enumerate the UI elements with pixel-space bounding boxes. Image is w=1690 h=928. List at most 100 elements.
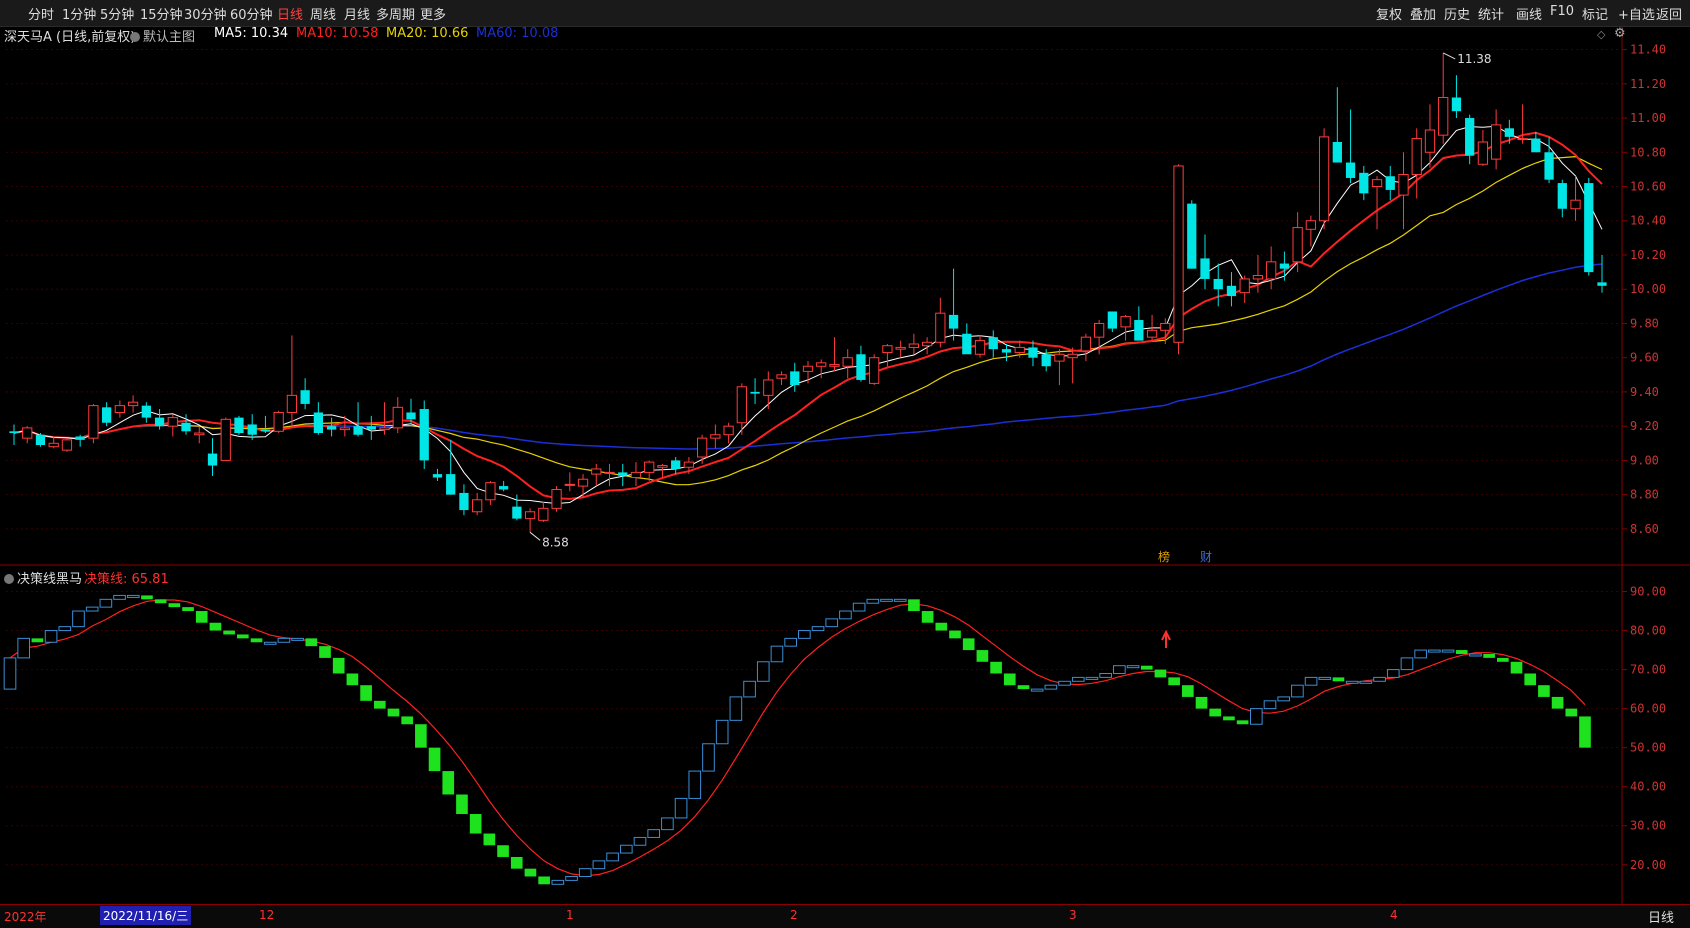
candle bbox=[842, 357, 853, 367]
indicator-bar bbox=[1441, 649, 1455, 653]
candle bbox=[935, 312, 946, 343]
indicator-panel[interactable]: 90.00 80.00 70.00 60.00 50.00 40.00 30.00 20.00… bbox=[0, 566, 1690, 904]
toolbar-button[interactable]: 返回 bbox=[1656, 4, 1682, 23]
month-label: 3 bbox=[1069, 908, 1077, 922]
kline-chart[interactable]: 11.40 11.20 11.00 10.80 10.60 10.40 10.20 10.00… bbox=[0, 26, 1690, 566]
y-tick-label: 70.00 bbox=[1630, 663, 1666, 677]
candle bbox=[1424, 129, 1436, 153]
candle bbox=[1107, 311, 1117, 329]
candle bbox=[921, 341, 933, 347]
indicator-bar bbox=[1345, 680, 1359, 684]
candle bbox=[1279, 263, 1290, 269]
template-label: 默认主图 bbox=[143, 30, 196, 45]
toolbar-button[interactable]: 叠加 bbox=[1410, 4, 1436, 23]
indicator-bar bbox=[565, 875, 578, 881]
low-marker bbox=[529, 531, 541, 541]
indicator-bar bbox=[360, 685, 372, 701]
y-tick-label: 9.60 bbox=[1630, 351, 1659, 365]
period-tab[interactable]: 30分钟 bbox=[184, 4, 227, 23]
indicator-name: 决策线黑马 bbox=[17, 572, 83, 587]
indicator-bar bbox=[1277, 696, 1291, 702]
diamond-icon[interactable]: ◇ bbox=[1597, 28, 1605, 41]
indicator-bar bbox=[182, 607, 194, 612]
indicator-bar bbox=[442, 771, 455, 795]
candle bbox=[499, 486, 509, 490]
indicator-bar bbox=[839, 610, 852, 620]
settings-icon[interactable]: ⚙ bbox=[1614, 26, 1626, 41]
candle bbox=[1239, 278, 1250, 294]
y-tick-label: 20.00 bbox=[1630, 858, 1666, 872]
candle bbox=[1028, 347, 1038, 358]
y-tick-label: 10.80 bbox=[1630, 145, 1666, 159]
candle bbox=[1054, 353, 1065, 362]
candle bbox=[1385, 176, 1395, 190]
indicator-bar bbox=[1154, 669, 1167, 678]
candle bbox=[1557, 183, 1567, 209]
candle bbox=[1465, 118, 1475, 156]
indicator-bar bbox=[1414, 649, 1427, 659]
indicator-selector[interactable]: 决策线黑马 bbox=[4, 568, 82, 587]
y-tick-label: 50.00 bbox=[1630, 741, 1666, 755]
indicator-bar bbox=[798, 630, 811, 639]
indicator-bar bbox=[688, 770, 702, 799]
toolbar-button[interactable]: +自选 bbox=[1618, 4, 1655, 23]
buy-signal-arrow-icon bbox=[1161, 629, 1171, 648]
indicator-bar bbox=[578, 868, 592, 877]
candle bbox=[432, 474, 443, 478]
candle bbox=[1094, 322, 1105, 338]
indicator-bar bbox=[1182, 685, 1194, 697]
toolbar-button[interactable]: 标记 bbox=[1582, 4, 1608, 23]
period-tab[interactable]: 月线 bbox=[344, 4, 370, 23]
toolbar-button[interactable]: 统计 bbox=[1478, 4, 1504, 23]
toolbar-button[interactable]: F10 bbox=[1550, 4, 1574, 19]
indicator-bar bbox=[113, 594, 126, 600]
candle bbox=[816, 362, 827, 367]
y-tick-label: 9.40 bbox=[1630, 385, 1659, 399]
period-tab[interactable]: 更多 bbox=[420, 4, 446, 23]
candle bbox=[326, 426, 337, 430]
candle bbox=[1292, 227, 1303, 263]
ma20-value: MA20: 10.66 bbox=[386, 26, 469, 41]
period-tab[interactable]: 5分钟 bbox=[100, 4, 134, 23]
candle bbox=[882, 345, 893, 354]
ma60-value: MA60: 10.08 bbox=[476, 26, 559, 41]
high-label: 11.38 bbox=[1457, 52, 1491, 66]
indicator-bar bbox=[908, 599, 920, 612]
candle bbox=[366, 426, 376, 430]
candle bbox=[736, 386, 747, 424]
cursor-date: 2022/11/16/三 bbox=[100, 906, 192, 925]
period-tab[interactable]: 日线 bbox=[277, 4, 303, 23]
indicator-bar bbox=[428, 747, 441, 772]
candle bbox=[1491, 124, 1502, 160]
candle bbox=[1200, 258, 1210, 279]
indicator-bar bbox=[852, 602, 866, 612]
indicator-bar bbox=[497, 845, 509, 857]
candle bbox=[485, 482, 496, 501]
period-tab[interactable]: 分时 bbox=[28, 4, 54, 23]
period-tab[interactable]: 1分钟 bbox=[62, 4, 96, 23]
indicator-bar bbox=[893, 598, 907, 602]
indicator-bar bbox=[1538, 685, 1550, 697]
indicator-bar bbox=[237, 634, 249, 639]
period-tab[interactable]: 多周期 bbox=[376, 4, 415, 23]
candle bbox=[1411, 138, 1422, 176]
indicator-bar bbox=[1168, 677, 1180, 686]
template-selector[interactable]: 默认主图 bbox=[130, 26, 195, 45]
period-tab[interactable]: 15分钟 bbox=[140, 4, 183, 23]
indicator-bar bbox=[770, 645, 784, 663]
period-tab[interactable]: 周线 bbox=[310, 4, 336, 23]
candle bbox=[1187, 203, 1197, 269]
candle bbox=[9, 431, 19, 434]
indicator-bar bbox=[811, 626, 825, 632]
y-tick-label: 9.80 bbox=[1630, 316, 1659, 330]
toolbar-button[interactable]: 历史 bbox=[1444, 4, 1470, 23]
indicator-chart[interactable]: 90.00 80.00 70.00 60.00 50.00 40.00 30.00 20.00 bbox=[0, 566, 1690, 904]
period-tab[interactable]: 60分钟 bbox=[230, 4, 273, 23]
toolbar-button[interactable]: 画线 bbox=[1516, 4, 1542, 23]
candle bbox=[167, 417, 178, 427]
y-tick-label: 10.00 bbox=[1630, 282, 1666, 296]
toolbar-button[interactable]: 复权 bbox=[1376, 4, 1402, 23]
candle bbox=[630, 471, 642, 479]
candle bbox=[671, 460, 681, 469]
kline-panel[interactable]: 11.40 11.20 11.00 10.80 10.60 10.40 10.20 10.00… bbox=[0, 26, 1690, 566]
